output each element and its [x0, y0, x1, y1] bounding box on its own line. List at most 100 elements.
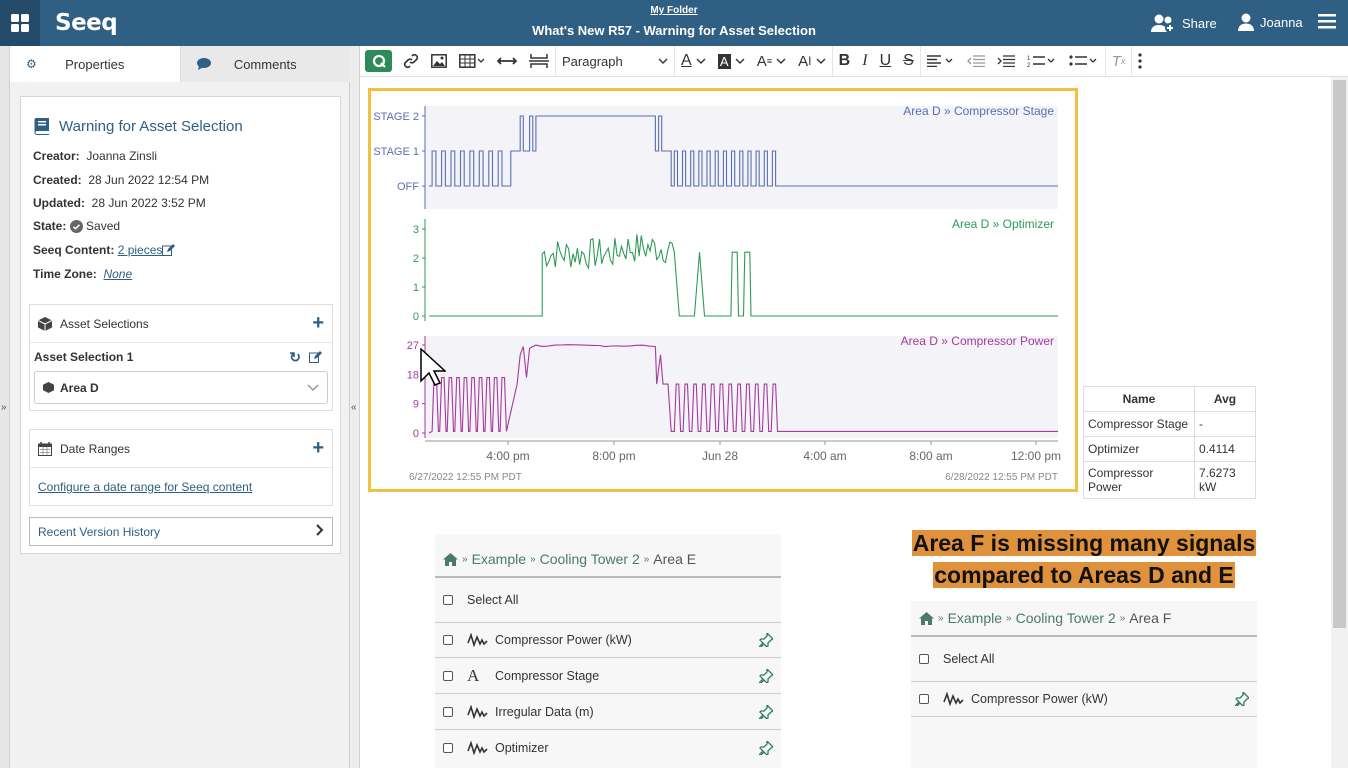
version-history-button[interactable]: Recent Version History — [29, 517, 333, 546]
item-checkbox[interactable] — [443, 635, 453, 645]
svg-text:1: 1 — [1027, 56, 1031, 62]
item-checkbox[interactable] — [443, 743, 453, 753]
panel-resize-strip[interactable]: « — [350, 46, 360, 768]
user-menu[interactable]: Joanna — [1238, 13, 1303, 31]
select-all-checkbox[interactable] — [919, 654, 929, 664]
folder-link[interactable]: My Folder — [0, 5, 1348, 16]
date-ranges-section: Date Ranges + Configure a date range for… — [29, 429, 333, 506]
table-icon[interactable] — [453, 46, 491, 77]
font-family-icon[interactable]: A ≡ — [751, 46, 792, 77]
series-label: Area D » Compressor Power — [901, 334, 1054, 348]
item-label: Compressor Power (kW) — [971, 692, 1108, 706]
bullet-list-icon[interactable] — [1063, 46, 1105, 77]
item-checkbox[interactable] — [919, 694, 929, 704]
font-size-icon[interactable]: AI — [792, 46, 832, 77]
edit-icon[interactable] — [162, 244, 176, 256]
x-tick-label: 8:00 pm — [592, 449, 635, 463]
indent-icon[interactable] — [991, 46, 1021, 77]
strikethrough-icon[interactable]: S — [897, 46, 920, 77]
breadcrumb-item[interactable]: Example — [472, 551, 526, 567]
tab-comments-label: Comments — [233, 56, 297, 72]
hamburger-menu-icon[interactable] — [1318, 12, 1336, 33]
configure-date-range-link[interactable]: Configure a date range for Seeq content — [38, 480, 252, 494]
created-value: 28 Jun 2022 12:54 PM — [88, 173, 210, 187]
string-signal-icon: A — [467, 665, 480, 685]
scrollbar-thumb[interactable] — [1333, 80, 1346, 628]
table-header-row: Name Avg — [1083, 386, 1256, 412]
breadcrumb-item[interactable]: Example — [948, 610, 1002, 626]
share-users-icon — [1151, 14, 1175, 33]
link-icon[interactable] — [397, 46, 425, 77]
tab-comments[interactable]: Comments — [180, 46, 350, 82]
updated-row: Updated: 28 Jun 2022 3:52 PM — [33, 196, 206, 210]
paragraph-format-dropdown[interactable]: Paragraph — [556, 46, 674, 77]
horizontal-line-icon[interactable] — [491, 46, 523, 77]
select-all-row[interactable]: Select All — [911, 637, 1257, 681]
list-item[interactable]: Compressor Power (kW) — [435, 622, 781, 658]
add-asset-selection-icon[interactable]: + — [312, 312, 324, 335]
tab-properties[interactable]: ⚙ Properties — [10, 46, 181, 82]
calendar-icon — [38, 441, 52, 456]
top-bar: Seeq My Folder What's New R57 - Warning … — [0, 0, 1348, 46]
pin-icon[interactable] — [759, 633, 773, 647]
underline-icon[interactable]: U — [874, 46, 898, 77]
collapse-left-strip[interactable]: » — [0, 46, 10, 768]
series-line — [429, 234, 1058, 317]
trend-chart[interactable]: STAGE 2 STAGE 1 OFF Area D » Compressor Sta… — [368, 88, 1078, 492]
outdent-icon[interactable] — [961, 46, 991, 77]
topic-title: Warning for Asset Selection — [33, 117, 243, 135]
page-break-icon[interactable] — [523, 46, 555, 77]
chevron-right-icon — [316, 524, 324, 539]
x-tick-label: 4:00 am — [803, 449, 846, 463]
seeq-content-link[interactable]: 2 pieces — [118, 243, 163, 257]
trend-chart-svg: STAGE 2 STAGE 1 OFF Area D » Compressor Sta… — [373, 104, 1061, 483]
column-header: Name — [1083, 386, 1195, 412]
pin-icon[interactable] — [759, 741, 773, 755]
select-all-checkbox[interactable] — [443, 595, 453, 605]
y-tick-label: 27 — [407, 340, 419, 352]
list-item[interactable]: A Compressor Stage — [435, 658, 781, 694]
table-cell: 0.4114 — [1194, 436, 1256, 462]
clear-format-icon[interactable]: Tx — [1106, 46, 1132, 77]
asset-select-dropdown[interactable]: Area D — [34, 371, 328, 404]
list-item[interactable]: Compressor Power (kW) — [911, 681, 1257, 717]
collapse-chevron-icon[interactable]: « — [351, 402, 357, 413]
edit-icon[interactable] — [309, 351, 322, 363]
select-all-label: Select All — [467, 593, 519, 607]
home-icon[interactable] — [443, 552, 458, 566]
image-icon[interactable] — [425, 46, 453, 77]
pin-icon[interactable] — [759, 668, 773, 683]
select-all-label: Select All — [943, 652, 995, 666]
mouse-cursor-icon — [420, 348, 446, 386]
table-cell: Optimizer — [1083, 436, 1195, 462]
expand-chevron-icon[interactable]: » — [1, 402, 7, 413]
breadcrumb-item[interactable]: Cooling Tower 2 — [540, 551, 640, 567]
asset-selection-item: Asset Selection 1 ↻ — [30, 343, 332, 371]
seeq-insert-button[interactable] — [360, 46, 397, 77]
list-item[interactable]: Optimizer — [435, 730, 781, 766]
timezone-link[interactable]: None — [103, 267, 132, 281]
breadcrumb-item[interactable]: Cooling Tower 2 — [1016, 610, 1116, 626]
select-all-row[interactable]: Select All — [435, 578, 781, 622]
item-checkbox[interactable] — [443, 670, 453, 681]
table-row: Compressor Stage - — [1083, 411, 1256, 437]
cube-icon — [38, 316, 52, 331]
add-date-range-icon[interactable]: + — [312, 437, 324, 460]
italic-icon[interactable]: I — [856, 46, 873, 77]
pin-icon[interactable] — [1235, 692, 1249, 706]
numbered-list-icon[interactable]: 12 — [1021, 46, 1063, 77]
share-button[interactable]: Share — [1150, 13, 1217, 33]
list-item[interactable]: Irregular Data (m) — [435, 694, 781, 730]
area-e-asset-panel: » Example » Cooling Tower 2 » Area E Sel… — [435, 534, 781, 768]
refresh-icon[interactable]: ↻ — [289, 349, 301, 366]
background-color-icon[interactable]: A — [712, 46, 751, 77]
bold-icon[interactable]: B — [833, 46, 857, 77]
more-options-icon[interactable] — [1132, 46, 1148, 77]
signal-icon — [467, 704, 488, 719]
font-color-icon[interactable]: A — [675, 46, 712, 77]
item-checkbox[interactable] — [443, 706, 453, 717]
align-icon[interactable] — [921, 46, 961, 77]
pin-icon[interactable] — [759, 704, 773, 719]
y-tick-label: 9 — [413, 399, 419, 411]
home-icon[interactable] — [919, 611, 934, 625]
